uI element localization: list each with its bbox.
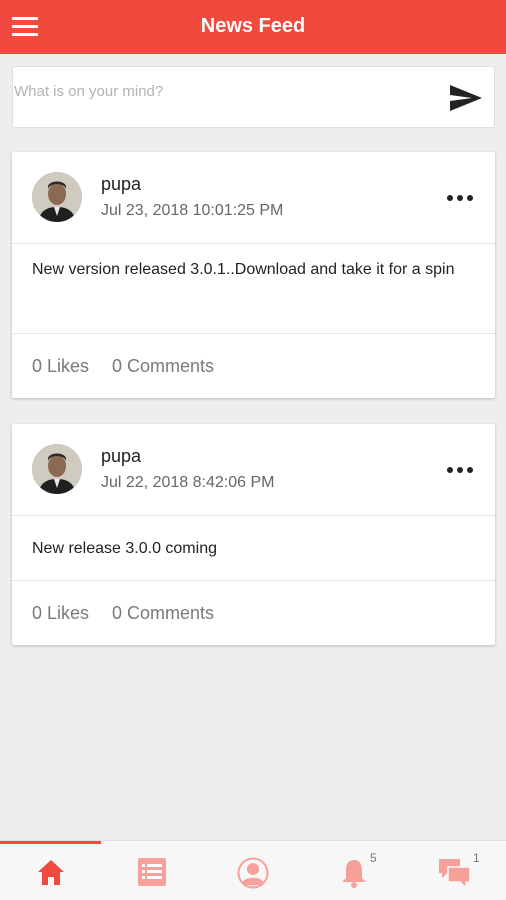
comments-count[interactable]: 0 Comments: [112, 603, 214, 624]
send-icon[interactable]: [448, 83, 484, 113]
notifications-badge: 5: [370, 851, 377, 865]
avatar[interactable]: [32, 172, 82, 222]
post-composer: [12, 66, 495, 128]
post-author[interactable]: pupa: [101, 446, 141, 467]
chat-icon: [438, 859, 471, 889]
bell-icon: [341, 860, 366, 888]
post-body: New release 3.0.0 coming: [12, 516, 495, 581]
post-footer: 0 Likes 0 Comments: [12, 334, 495, 398]
nav-home[interactable]: [0, 841, 101, 900]
nav-notifications[interactable]: 5: [303, 841, 404, 900]
post-timestamp: Jul 23, 2018 10:01:25 PM: [101, 202, 284, 219]
list-icon: [137, 858, 166, 886]
post-footer: 0 Likes 0 Comments: [12, 581, 495, 645]
more-options-icon[interactable]: [447, 462, 475, 478]
nav-profile[interactable]: [202, 841, 303, 900]
post-header: pupa Jul 22, 2018 8:42:06 PM: [12, 424, 495, 516]
post-text: New release 3.0.0 coming: [32, 540, 217, 557]
likes-count[interactable]: 0 Likes: [32, 356, 89, 377]
bottom-navigation: 5 1: [0, 840, 506, 900]
status-input[interactable]: [14, 79, 434, 103]
post-body: New version released 3.0.1..Download and…: [12, 244, 495, 334]
nav-feed-list[interactable]: [101, 841, 202, 900]
post-text: New version released 3.0.1..Download and…: [32, 261, 455, 278]
post-card: pupa Jul 23, 2018 10:01:25 PM New versio…: [12, 152, 495, 398]
profile-icon: [237, 857, 268, 889]
more-options-icon[interactable]: [447, 190, 475, 206]
home-icon: [37, 860, 64, 885]
page-title: News Feed: [200, 15, 306, 37]
avatar[interactable]: [32, 444, 82, 494]
app-bar: News Feed: [0, 0, 506, 54]
likes-count[interactable]: 0 Likes: [32, 603, 89, 624]
nav-messages[interactable]: 1: [404, 841, 505, 900]
messages-badge: 1: [473, 851, 480, 865]
comments-count[interactable]: 0 Comments: [112, 356, 214, 377]
post-author[interactable]: pupa: [101, 174, 141, 195]
post-timestamp: Jul 22, 2018 8:42:06 PM: [101, 474, 275, 491]
post-card: pupa Jul 22, 2018 8:42:06 PM New release…: [12, 424, 495, 645]
post-header: pupa Jul 23, 2018 10:01:25 PM: [12, 152, 495, 244]
